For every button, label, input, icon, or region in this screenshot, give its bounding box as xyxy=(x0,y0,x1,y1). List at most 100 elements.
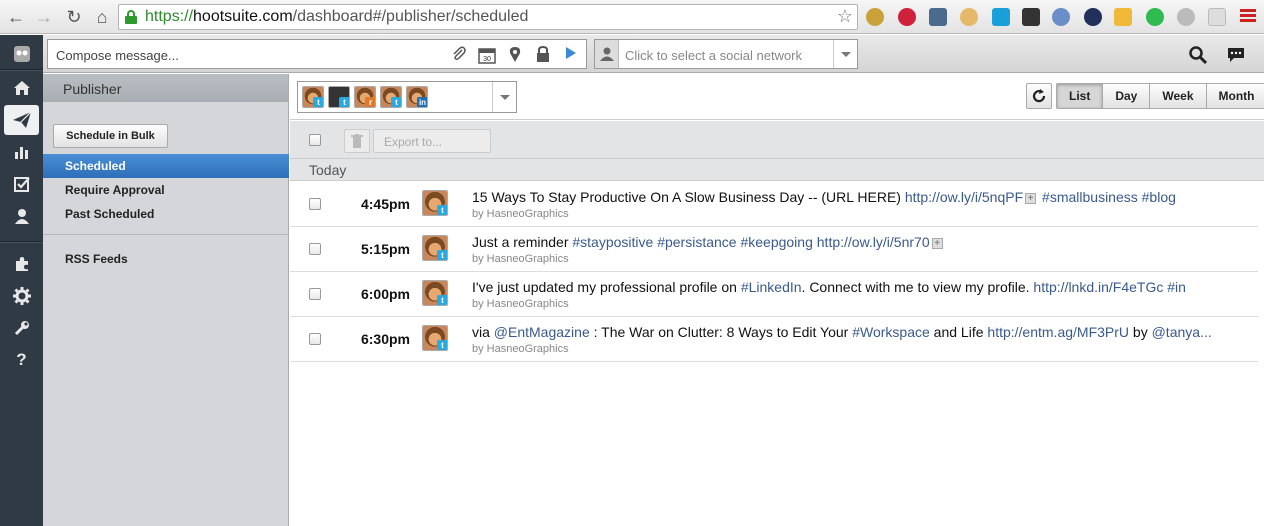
scheduled-post-row[interactable]: 6:30pm t via @EntMagazine : The War on C… xyxy=(290,317,1258,362)
delete-trash-icon[interactable] xyxy=(344,129,370,153)
post-message: via @EntMagazine : The War on Clutter: 8… xyxy=(472,324,1212,340)
home-icon[interactable]: ⌂ xyxy=(92,6,112,28)
send-arrow-icon[interactable] xyxy=(562,46,580,64)
scheduled-post-row[interactable]: 4:45pm t 15 Ways To Stay Productive On A… xyxy=(290,182,1258,227)
location-pin-icon[interactable] xyxy=(506,46,524,64)
extension-icon[interactable] xyxy=(1084,8,1102,26)
post-avatar: t xyxy=(422,235,448,261)
post-mention[interactable]: @tanya... xyxy=(1152,324,1212,340)
app-sidebar: ? xyxy=(0,35,43,526)
post-hashtag[interactable]: #LinkedIn xyxy=(741,279,802,295)
network-placeholder: Click to select a social network xyxy=(625,48,803,63)
home-icon[interactable] xyxy=(0,73,43,103)
search-icon[interactable] xyxy=(1187,44,1209,66)
forward-icon[interactable]: → xyxy=(34,6,54,28)
bookmark-star-icon[interactable]: ☆ xyxy=(837,6,853,27)
extension-icon[interactable] xyxy=(1177,8,1195,26)
schedule-in-bulk-button[interactable]: Schedule in Bulk xyxy=(53,124,168,148)
post-hashtags[interactable]: #in xyxy=(1163,279,1186,295)
address-bar[interactable]: https://hootsuite.com/dashboard#/publish… xyxy=(118,4,858,30)
post-link[interactable]: http://entm.ag/MF3PrU xyxy=(987,324,1129,340)
buffer-icon[interactable] xyxy=(1022,8,1040,26)
scheduled-post-row[interactable]: 5:15pm t Just a reminder #staypositive #… xyxy=(290,227,1258,272)
post-message: Just a reminder #staypositive #persistan… xyxy=(472,234,1242,250)
sidebar-item-scheduled[interactable]: Scheduled xyxy=(43,154,289,178)
sidebar-item-rss-feeds[interactable]: RSS Feeds xyxy=(43,247,289,271)
publisher-icon[interactable] xyxy=(4,105,39,135)
owl-logo-icon[interactable] xyxy=(0,39,43,69)
chevron-down-icon[interactable] xyxy=(833,40,857,68)
schedule-calendar-icon[interactable]: 30 xyxy=(478,46,496,64)
apps-puzzle-icon[interactable] xyxy=(0,249,43,279)
profile-avatar[interactable]: t xyxy=(328,86,350,108)
browser-toolbar: ← → ↻ ⌂ https://hootsuite.com/dashboard#… xyxy=(0,0,1264,34)
profile-filter-selector[interactable]: t t r t in xyxy=(297,81,517,113)
post-hashtags[interactable]: #smallbusiness #blog xyxy=(1038,189,1176,205)
post-time: 6:30pm xyxy=(360,331,410,347)
post-checkbox[interactable] xyxy=(309,243,321,255)
list-toolbar: t t r t in List Day Week Month xyxy=(290,74,1264,120)
social-network-selector[interactable]: Click to select a social network xyxy=(594,39,858,69)
extension-icon[interactable] xyxy=(1114,8,1132,26)
post-checkbox[interactable] xyxy=(309,288,321,300)
extension-icon[interactable] xyxy=(1052,8,1070,26)
browser-menu-icon[interactable] xyxy=(1240,9,1256,23)
day-header: Today xyxy=(290,159,1264,181)
profile-avatar[interactable]: r xyxy=(354,86,376,108)
view-list-button[interactable]: List xyxy=(1057,84,1103,108)
profile-avatar[interactable]: t xyxy=(302,86,324,108)
evernote-icon[interactable] xyxy=(1146,8,1164,26)
post-checkbox[interactable] xyxy=(309,198,321,210)
post-mention[interactable]: @EntMagazine xyxy=(494,324,590,340)
post-hashtags[interactable]: #staypositive #persistance #keepgoing xyxy=(572,234,816,250)
post-message: 15 Ways To Stay Productive On A Slow Bus… xyxy=(472,189,1176,205)
notifications-chat-icon[interactable] xyxy=(1225,44,1247,66)
post-avatar: t xyxy=(422,190,448,216)
view-switcher: List Day Week Month xyxy=(1056,83,1264,109)
extension-icon[interactable] xyxy=(929,8,947,26)
tools-wrench-icon[interactable] xyxy=(0,313,43,343)
back-icon[interactable]: ← xyxy=(6,6,26,28)
post-author: by HasneoGraphics xyxy=(472,253,569,265)
sidebar-item-require-approval[interactable]: Require Approval xyxy=(43,178,289,202)
post-hashtag[interactable]: #Workspace xyxy=(852,324,930,340)
profile-avatar[interactable]: t xyxy=(380,86,402,108)
post-avatar: t xyxy=(422,325,448,351)
post-author: by HasneoGraphics xyxy=(472,343,569,355)
attachment-icon[interactable] xyxy=(450,46,468,64)
extension-icon[interactable] xyxy=(992,8,1010,26)
post-link[interactable]: http://ow.ly/i/5nqPF xyxy=(905,189,1023,205)
refresh-icon[interactable] xyxy=(1026,83,1052,109)
settings-gear-icon[interactable] xyxy=(0,281,43,311)
export-to-dropdown[interactable]: Export to... xyxy=(373,129,491,153)
compose-message-input[interactable]: Compose message... 30 xyxy=(47,39,587,69)
view-day-button[interactable]: Day xyxy=(1102,84,1150,108)
select-all-checkbox[interactable] xyxy=(309,134,321,146)
expand-plus-icon[interactable]: + xyxy=(1025,192,1037,204)
analytics-icon[interactable] xyxy=(0,137,43,167)
pinterest-icon[interactable] xyxy=(898,8,916,26)
privacy-lock-icon[interactable] xyxy=(534,45,552,64)
post-link[interactable]: http://lnkd.in/F4eTGc xyxy=(1033,279,1163,295)
extension-icon[interactable] xyxy=(1208,8,1226,26)
view-month-button[interactable]: Month xyxy=(1205,84,1264,108)
scheduled-post-row[interactable]: 6:00pm t I've just updated my profession… xyxy=(290,272,1258,317)
post-time: 4:45pm xyxy=(360,196,410,212)
sidebar-item-past-scheduled[interactable]: Past Scheduled xyxy=(43,202,289,226)
contacts-icon[interactable] xyxy=(0,201,43,231)
reload-icon[interactable]: ↻ xyxy=(64,6,84,28)
assignments-icon[interactable] xyxy=(0,169,43,199)
extension-icon[interactable] xyxy=(866,8,884,26)
post-author: by HasneoGraphics xyxy=(472,298,569,310)
post-avatar: t xyxy=(422,280,448,306)
post-message: I've just updated my professional profil… xyxy=(472,279,1186,295)
view-week-button[interactable]: Week xyxy=(1149,84,1206,108)
expand-plus-icon[interactable]: + xyxy=(931,237,943,249)
chevron-down-icon[interactable] xyxy=(492,82,516,112)
profile-avatar[interactable]: in xyxy=(406,86,428,108)
extension-icon[interactable] xyxy=(960,8,978,26)
post-checkbox[interactable] xyxy=(309,333,321,345)
help-icon[interactable]: ? xyxy=(0,345,43,375)
post-link[interactable]: http://ow.ly/i/5nr70 xyxy=(817,234,930,250)
url-text: https://hootsuite.com/dashboard#/publish… xyxy=(145,8,529,25)
